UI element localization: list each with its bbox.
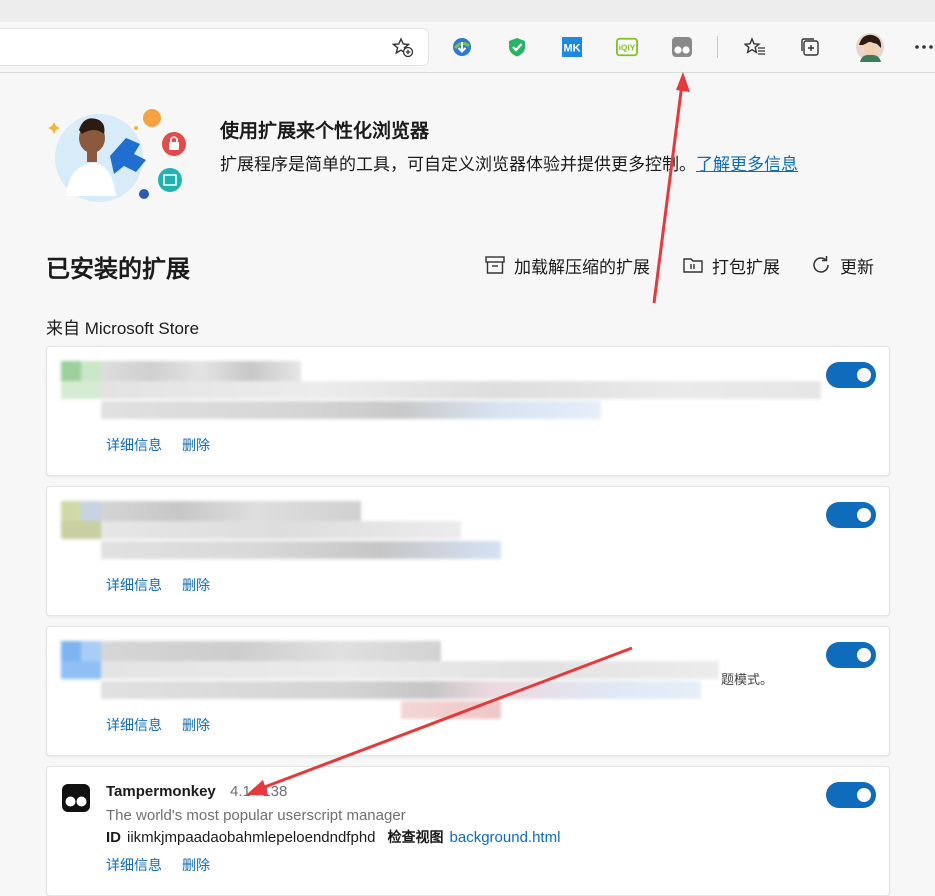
extension-version-tail: 138 bbox=[262, 783, 288, 800]
visible-description-fragment: 题模式。 bbox=[721, 672, 774, 687]
extension-name: Tampermonkey bbox=[106, 783, 216, 800]
ext-iqiyi-icon[interactable]: iQIY bbox=[616, 36, 638, 58]
profile-avatar[interactable] bbox=[855, 32, 885, 62]
extension-card: 详细信息 删除 bbox=[46, 346, 890, 476]
hero-description-text: 扩展程序是简单的工具，可自定义浏览器体验并提供更多控制。 bbox=[220, 155, 696, 174]
card-links: 详细信息 删除 bbox=[106, 855, 210, 875]
extension-toggle[interactable] bbox=[826, 642, 876, 668]
hero-illustration bbox=[44, 108, 194, 208]
pack-extension-label: 打包扩展 bbox=[712, 257, 780, 277]
svg-text:MK: MK bbox=[563, 43, 580, 55]
id-value: iikmkjmpaadaobahmlepeloendndfphd bbox=[127, 829, 376, 846]
load-unpacked-label: 加载解压缩的扩展 bbox=[514, 257, 650, 277]
extension-toggle[interactable] bbox=[826, 362, 876, 388]
details-link[interactable]: 详细信息 bbox=[106, 575, 162, 595]
background-page-link[interactable]: background.html bbox=[450, 829, 561, 846]
extension-toggle[interactable] bbox=[826, 502, 876, 528]
card-links: 详细信息 删除 bbox=[106, 435, 210, 455]
window-top-strip bbox=[0, 0, 935, 22]
update-button[interactable]: 更新 bbox=[810, 251, 874, 279]
svg-text:iQIY: iQIY bbox=[619, 44, 636, 53]
ext-download-icon[interactable] bbox=[451, 36, 473, 58]
inspect-views-label: 检查视图 bbox=[387, 829, 444, 845]
archive-icon bbox=[485, 256, 505, 274]
extension-description: The world's most popular userscript mana… bbox=[106, 807, 406, 824]
more-icon[interactable] bbox=[913, 36, 935, 58]
refresh-icon bbox=[813, 256, 829, 273]
extension-id-row: ID iikmkjmpaadaobahmlepeloendndfphd 检查视图… bbox=[106, 827, 560, 847]
favorites-icon[interactable] bbox=[744, 36, 766, 58]
remove-link[interactable]: 删除 bbox=[182, 855, 210, 875]
extension-card-tampermonkey: Tampermonkey 4.1.1138 The world's most p… bbox=[46, 766, 890, 896]
remove-link[interactable]: 删除 bbox=[182, 435, 210, 455]
extension-card: 详细信息 删除 bbox=[46, 486, 890, 616]
details-link[interactable]: 详细信息 bbox=[106, 435, 162, 455]
extension-version-head: 4.1 bbox=[230, 783, 251, 800]
ext-tampermonkey-icon[interactable] bbox=[671, 36, 693, 58]
details-link[interactable]: 详细信息 bbox=[106, 715, 162, 735]
ext-mk-icon[interactable]: MK bbox=[561, 36, 583, 58]
favorite-add-icon[interactable] bbox=[392, 36, 414, 58]
details-link[interactable]: 详细信息 bbox=[106, 855, 162, 875]
hero-description: 扩展程序是简单的工具，可自定义浏览器体验并提供更多控制。了解更多信息 bbox=[220, 150, 798, 175]
toolbar-separator bbox=[717, 36, 718, 58]
card-links: 详细信息 删除 bbox=[106, 575, 210, 595]
collections-icon[interactable] bbox=[799, 36, 821, 58]
remove-link[interactable]: 删除 bbox=[182, 575, 210, 595]
tampermonkey-icon bbox=[61, 783, 91, 813]
browser-toolbar: MK iQIY bbox=[0, 22, 935, 73]
source-label: 来自 Microsoft Store bbox=[46, 319, 200, 338]
installed-extensions-title: 已安装的扩展 bbox=[46, 256, 190, 283]
update-label: 更新 bbox=[840, 257, 874, 277]
package-icon bbox=[683, 258, 703, 273]
load-unpacked-button[interactable]: 加载解压缩的扩展 bbox=[484, 251, 650, 279]
pixelated-extension-info bbox=[47, 355, 827, 419]
extension-toggle[interactable] bbox=[826, 782, 876, 808]
extension-version: 4.1.1138 bbox=[230, 783, 288, 800]
ext-shield-icon[interactable] bbox=[506, 36, 528, 58]
hero-title: 使用扩展来个性化浏览器 bbox=[220, 121, 430, 142]
remove-link[interactable]: 删除 bbox=[182, 715, 210, 735]
learn-more-link[interactable]: 了解更多信息 bbox=[696, 155, 798, 174]
card-links: 详细信息 删除 bbox=[106, 715, 210, 735]
extension-card: 题模式。 详细信息 删除 bbox=[46, 626, 890, 756]
pack-extension-button[interactable]: 打包扩展 bbox=[682, 251, 780, 279]
pixelated-extension-info bbox=[47, 495, 827, 559]
address-bar[interactable] bbox=[0, 28, 429, 66]
id-label: ID bbox=[106, 829, 121, 846]
